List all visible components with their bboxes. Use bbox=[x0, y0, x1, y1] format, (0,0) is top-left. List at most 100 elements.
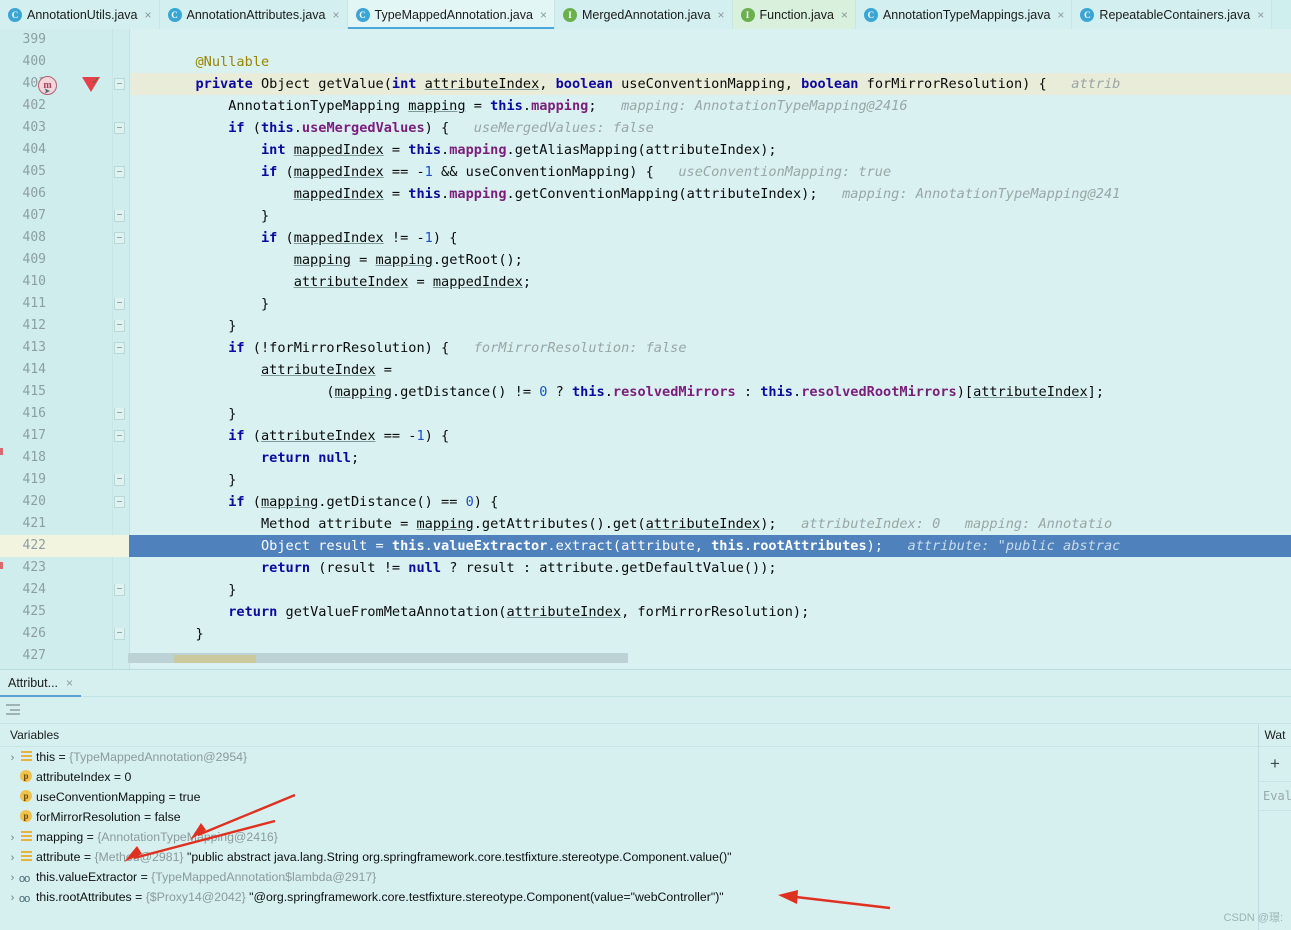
watches-header: Wat bbox=[1259, 724, 1291, 747]
code-line[interactable]: 404 int mappedIndex = this.mapping.getAl… bbox=[0, 139, 1291, 161]
code-line[interactable]: 412 } bbox=[0, 315, 1291, 337]
code-fold-toggle-icon[interactable] bbox=[114, 628, 125, 640]
code-fold-toggle-icon[interactable] bbox=[114, 430, 125, 442]
code-line[interactable]: 418 return null; bbox=[0, 447, 1291, 469]
code-line[interactable]: 415 (mapping.getDistance() != 0 ? this.r… bbox=[0, 381, 1291, 403]
watches-pane[interactable]: Wat + Eval bbox=[1259, 724, 1291, 930]
close-icon[interactable]: × bbox=[332, 9, 339, 21]
scrollbar-thumb[interactable] bbox=[174, 655, 256, 663]
code-line[interactable]: 400 @Nullable bbox=[0, 51, 1291, 73]
close-icon[interactable]: × bbox=[1257, 9, 1264, 21]
variable-row[interactable]: ›forMirrorResolution = false bbox=[0, 807, 1258, 827]
code-line[interactable]: 409 mapping = mapping.getRoot(); bbox=[0, 249, 1291, 271]
code-line[interactable]: 403 if (this.useMergedValues) { useMerge… bbox=[0, 117, 1291, 139]
code-line[interactable]: 423 return (result != null ? result : at… bbox=[0, 557, 1291, 579]
code-line[interactable]: 413 if (!forMirrorResolution) { forMirro… bbox=[0, 337, 1291, 359]
editor-tab-mergedannotation[interactable]: I MergedAnnotation.java × bbox=[554, 0, 733, 29]
code-fold-toggle-icon[interactable] bbox=[114, 496, 125, 508]
code-line[interactable]: 422 Object result = this.valueExtractor.… bbox=[0, 535, 1291, 557]
code-line[interactable]: 407 } bbox=[0, 205, 1291, 227]
line-number: 406 bbox=[22, 186, 46, 201]
field-icon bbox=[19, 869, 34, 889]
variable-row[interactable]: ›useConventionMapping = true bbox=[0, 787, 1258, 807]
code-line[interactable]: 416 } bbox=[0, 403, 1291, 425]
close-icon[interactable]: × bbox=[1057, 9, 1064, 21]
evaluate-expression-input[interactable]: Eval bbox=[1259, 782, 1291, 811]
code-text: if (!forMirrorResolution) { forMirrorRes… bbox=[228, 340, 687, 356]
chevron-right-icon[interactable]: › bbox=[6, 848, 19, 868]
code-line[interactable]: 421 Method attribute = mapping.getAttrib… bbox=[0, 513, 1291, 535]
editor-tab-annotationutils[interactable]: C AnnotationUtils.java × bbox=[0, 0, 160, 29]
code-text: } bbox=[130, 472, 237, 488]
code-fold-toggle-icon[interactable] bbox=[114, 342, 125, 354]
interface-icon: I bbox=[562, 7, 577, 22]
variable-row[interactable]: › this = {TypeMappedAnnotation@2954} bbox=[0, 747, 1258, 767]
variables-pane[interactable]: Variables › this = {TypeMappedAnnotation@… bbox=[0, 724, 1259, 930]
code-line[interactable]: 424 } bbox=[0, 579, 1291, 601]
code-fold-toggle-icon[interactable] bbox=[114, 210, 125, 222]
code-line[interactable]: 406 mappedIndex = this.mapping.getConven… bbox=[0, 183, 1291, 205]
variable-row[interactable]: › this.valueExtractor = {TypeMappedAnnota… bbox=[0, 867, 1258, 889]
chevron-right-icon[interactable]: › bbox=[6, 868, 19, 888]
left-edge-marker bbox=[0, 562, 3, 569]
line-number: 413 bbox=[22, 340, 46, 355]
variable-row[interactable]: › attribute = {Method@2981} "public abstr… bbox=[0, 847, 1258, 867]
code-text: @Nullable bbox=[195, 54, 270, 70]
variable-type: {AnnotationTypeMapping@2416} bbox=[97, 830, 278, 844]
code-line[interactable]: 414 attributeIndex = bbox=[0, 359, 1291, 381]
chevron-right-icon[interactable]: › bbox=[6, 748, 19, 768]
field-icon bbox=[19, 889, 34, 909]
code-line[interactable]: 420 if (mapping.getDistance() == 0) { bbox=[0, 491, 1291, 513]
close-icon[interactable]: × bbox=[718, 9, 725, 21]
editor-tab-annotationtypemappings[interactable]: C AnnotationTypeMappings.java × bbox=[855, 0, 1073, 29]
close-icon[interactable]: × bbox=[841, 9, 848, 21]
chevron-right-icon[interactable]: › bbox=[6, 888, 19, 908]
code-fold-toggle-icon[interactable] bbox=[114, 408, 125, 420]
variable-row[interactable]: ›attributeIndex = 0 bbox=[0, 767, 1258, 787]
code-fold-toggle-icon[interactable] bbox=[114, 474, 125, 486]
editor-tab-function[interactable]: I Function.java × bbox=[732, 0, 856, 29]
code-line[interactable]: 417 if (attributeIndex == -1) { bbox=[0, 425, 1291, 447]
code-line[interactable]: 411 } bbox=[0, 293, 1291, 315]
code-fold-toggle-icon[interactable] bbox=[114, 166, 125, 178]
editor-tab-annotationattributes[interactable]: C AnnotationAttributes.java × bbox=[159, 0, 348, 29]
debugger-tab-attributes[interactable]: Attribut... × bbox=[0, 670, 82, 697]
code-line[interactable]: 401 m ➤ ✓ private Object getValue(int attri… bbox=[0, 73, 1291, 97]
code-fold-toggle-icon[interactable] bbox=[114, 232, 125, 244]
editor-tab-typemappedannotation[interactable]: C TypeMappedAnnotation.java × bbox=[347, 0, 555, 29]
variable-row[interactable]: › this.rootAttributes = {$Proxy14@2042} "… bbox=[0, 887, 1258, 909]
variable-row[interactable]: › mapping = {AnnotationTypeMapping@2416} bbox=[0, 827, 1258, 847]
code-line[interactable]: 399 bbox=[0, 29, 1291, 51]
line-number: 408 bbox=[22, 230, 46, 245]
code-lines: 399 400 @Nullable 401 m ➤ ✓ private Object ge… bbox=[0, 29, 1291, 667]
code-fold-toggle-icon[interactable] bbox=[114, 320, 125, 332]
close-icon[interactable]: × bbox=[540, 9, 547, 21]
line-number: 417 bbox=[22, 428, 46, 443]
code-fold-toggle-icon[interactable] bbox=[114, 298, 125, 310]
class-icon: C bbox=[8, 7, 22, 22]
close-icon[interactable]: × bbox=[144, 9, 151, 21]
code-line[interactable]: 419 } bbox=[0, 469, 1291, 491]
code-text: AnnotationTypeMapping mapping = this.map… bbox=[130, 98, 908, 114]
editor-tab-label: Function.java bbox=[759, 7, 834, 22]
editor-horizontal-scrollbar[interactable] bbox=[128, 653, 628, 663]
code-line[interactable]: 426 } bbox=[0, 623, 1291, 645]
code-line[interactable]: 408 if (mappedIndex != -1) { bbox=[0, 227, 1291, 249]
line-number: 409 bbox=[22, 252, 46, 267]
code-fold-toggle-icon[interactable] bbox=[114, 584, 125, 596]
code-fold-toggle-icon[interactable] bbox=[114, 122, 125, 134]
variable-value: 0 bbox=[124, 770, 132, 784]
chevron-right-icon[interactable]: › bbox=[6, 828, 19, 848]
watermark: CSDN @璟: bbox=[1223, 912, 1283, 924]
code-editor[interactable]: 399 400 @Nullable 401 m ➤ ✓ private Object ge… bbox=[0, 29, 1291, 669]
add-watch-button[interactable]: + bbox=[1259, 747, 1291, 782]
settings-lines-icon[interactable] bbox=[6, 704, 20, 715]
code-fold-toggle-icon[interactable] bbox=[114, 78, 125, 90]
code-line[interactable]: 405 if (mappedIndex == -1 && useConventi… bbox=[0, 161, 1291, 183]
line-number: 423 bbox=[22, 560, 46, 575]
code-line[interactable]: 410 attributeIndex = mappedIndex; bbox=[0, 271, 1291, 293]
code-line[interactable]: 425 return getValueFromMetaAnnotation(at… bbox=[0, 601, 1291, 623]
code-line[interactable]: 402 AnnotationTypeMapping mapping = this… bbox=[0, 95, 1291, 117]
editor-tab-repeatablecontainers[interactable]: C RepeatableContainers.java × bbox=[1072, 0, 1273, 29]
close-icon[interactable]: × bbox=[66, 677, 73, 689]
